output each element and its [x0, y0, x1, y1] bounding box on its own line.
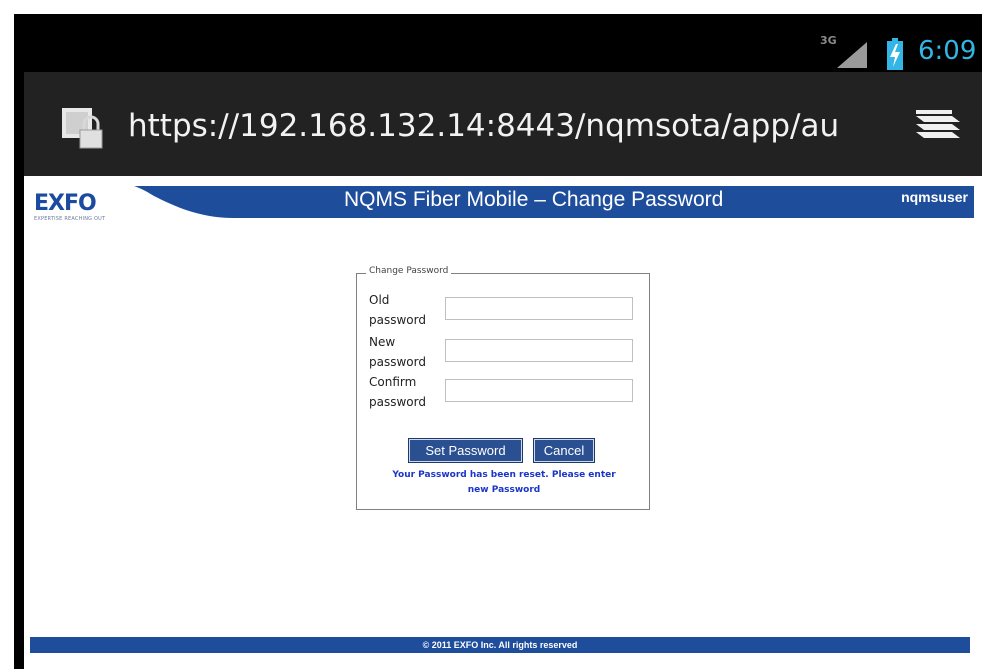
- lock-icon[interactable]: [62, 102, 112, 150]
- page-header: EXFO EXPERTISE REACHING OUT NQMS Fiber M…: [24, 186, 974, 226]
- new-password-label-line1: New: [369, 335, 396, 349]
- cancel-button[interactable]: Cancel: [533, 438, 595, 463]
- new-password-field[interactable]: [445, 339, 633, 362]
- web-page: EXFO EXPERTISE REACHING OUT NQMS Fiber M…: [24, 176, 982, 654]
- status-bar: 3G 6:09: [14, 14, 982, 72]
- old-password-label-line1: Old: [369, 293, 390, 307]
- confirm-password-field[interactable]: [445, 379, 633, 402]
- battery-charging-icon: [887, 38, 903, 70]
- set-password-button[interactable]: Set Password: [408, 438, 523, 463]
- old-password-field[interactable]: [445, 297, 633, 320]
- url-text[interactable]: https://192.168.132.14:8443/nqmsota/app/…: [128, 104, 888, 148]
- new-password-label-line2: password: [369, 355, 426, 369]
- menu-icon[interactable]: [914, 108, 960, 144]
- fieldset-legend: Change Password: [366, 266, 452, 276]
- network-type-label: 3G: [820, 34, 837, 47]
- device-frame: 3G 6:09 https://192.168.132.14:8443/nqms…: [0, 0, 982, 669]
- frame-left-edge: [0, 0, 14, 669]
- status-message: Your Password has been reset. Please ent…: [367, 468, 641, 498]
- logo-tagline: EXPERTISE REACHING OUT: [34, 216, 106, 222]
- status-message-line2: new Password: [467, 485, 541, 495]
- old-password-label-line2: password: [369, 313, 426, 327]
- confirm-password-label: Confirm password: [369, 372, 449, 412]
- browser-url-bar[interactable]: https://192.168.132.14:8443/nqmsota/app/…: [14, 72, 982, 176]
- old-password-label: Old password: [369, 290, 449, 330]
- status-message-line1: Your Password has been reset. Please ent…: [392, 470, 616, 480]
- copyright-text: © 2011 EXFO Inc. All rights reserved: [422, 640, 578, 650]
- exfo-logo: EXFO: [34, 191, 97, 216]
- page-title: NQMS Fiber Mobile – Change Password: [344, 188, 724, 211]
- confirm-password-label-line1: Confirm: [369, 375, 417, 389]
- change-password-fieldset: Change Password Old password New passwor…: [356, 266, 650, 510]
- frame-top-edge: [0, 0, 982, 14]
- signal-strength-icon: [837, 42, 867, 68]
- confirm-password-label-line2: password: [369, 395, 426, 409]
- current-user: nqmsuser: [901, 189, 968, 205]
- new-password-label: New password: [369, 332, 449, 372]
- status-clock: 6:09: [918, 36, 977, 66]
- frame-left-dark-edge: [14, 14, 24, 669]
- page-footer: © 2011 EXFO Inc. All rights reserved: [30, 637, 970, 653]
